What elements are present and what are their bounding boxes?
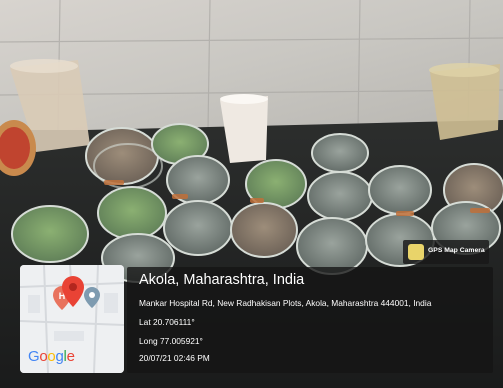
gps-map-camera-badge: GPS Map Camera (403, 240, 489, 264)
petri-dish (368, 165, 432, 215)
petri-dish (230, 202, 298, 258)
petri-dish (163, 200, 233, 256)
app-badge-label: GPS Map Camera (428, 247, 485, 254)
map-thumbnail: H Google (20, 265, 124, 373)
stamp-datetime: 20/07/21 02:46 PM (139, 353, 210, 363)
beaker-right (429, 63, 500, 140)
petri-dish (97, 186, 167, 240)
stamp-latitude: Lat 20.706111° (139, 317, 195, 327)
map-camera-icon (408, 244, 424, 260)
petri-dish (311, 133, 369, 173)
stamp-address: Mankar Hospital Rd, New Radhakisan Plots… (139, 298, 432, 308)
google-logo: Google (28, 348, 75, 365)
petri-dish (296, 217, 368, 275)
stamp-city: Akola, Maharashtra, India (139, 272, 305, 288)
petri-dish (307, 171, 373, 221)
stamp-longitude: Long 77.005921° (139, 336, 203, 346)
petri-dish (11, 205, 89, 263)
